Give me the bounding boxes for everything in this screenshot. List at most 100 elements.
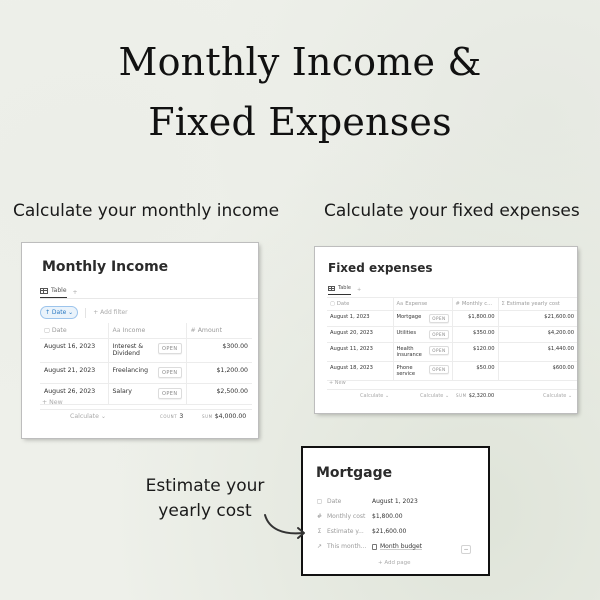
property-row-date[interactable]: ▢ Date August 1, 2023 <box>316 494 422 509</box>
new-row-button[interactable]: + New <box>42 399 63 406</box>
cell-yearly-cost: $4,200.00 <box>497 326 577 343</box>
table-row[interactable]: August 16, 2023 Interest & Dividend OPEN … <box>40 338 252 363</box>
cell-expense: Health insurance <box>396 346 422 358</box>
remove-relation-button[interactable]: − <box>461 545 471 554</box>
property-value: August 1, 2023 <box>372 498 418 505</box>
column-header-income[interactable]: Aa Income <box>107 323 186 339</box>
cell-income: Salary <box>112 388 132 395</box>
tab-table[interactable]: Table <box>328 285 351 295</box>
divider <box>40 409 252 410</box>
table-icon <box>328 285 335 291</box>
cell-expense: Phone service <box>396 365 416 377</box>
view-tabs: Table + <box>328 285 361 295</box>
cell-date: August 11, 2023 <box>327 342 393 362</box>
cell-date: August 18, 2023 <box>327 361 393 381</box>
relation-icon: ↗ <box>316 543 323 550</box>
cell-yearly-cost: $600.00 <box>497 361 577 381</box>
count-summary[interactable]: COUNT 3 <box>160 413 183 420</box>
column-header-monthly-cost[interactable]: # Monthly c... <box>451 297 498 311</box>
divider <box>327 389 577 390</box>
table-row[interactable]: August 18, 2023 Phone service OPEN $50.00… <box>327 361 577 381</box>
cell-amount: $2,500.00 <box>185 383 252 405</box>
cell-monthly-cost: $50.00 <box>451 361 498 381</box>
property-row-monthly-cost[interactable]: # Monthly cost $1,800.00 <box>316 509 422 524</box>
add-view-icon[interactable]: + <box>357 287 361 293</box>
open-button[interactable]: OPEN <box>429 346 449 355</box>
text-icon: Aa <box>112 327 121 334</box>
cell-income: Freelancing <box>112 367 149 374</box>
column-header-date[interactable]: ▢ Date <box>327 297 393 311</box>
open-button[interactable]: OPEN <box>158 388 182 399</box>
calculate-button[interactable]: Calculate ⌄ <box>543 393 572 399</box>
property-key: Estimate y... <box>327 528 364 535</box>
new-row-button[interactable]: + New <box>329 380 346 386</box>
sum-summary[interactable]: SUM $2,320.00 <box>456 393 494 399</box>
table-row[interactable]: August 26, 2023 Salary OPEN $2,500.00 <box>40 383 252 405</box>
calendar-icon: ▢ <box>316 498 323 505</box>
sort-date-chip[interactable]: ↑ Date ⌄ <box>40 306 79 319</box>
open-button[interactable]: OPEN <box>429 365 449 374</box>
property-value: $1,800.00 <box>372 513 403 520</box>
property-row-this-month[interactable]: ↗ This month... Month budget <box>316 539 422 554</box>
cell-date: August 16, 2023 <box>40 338 108 363</box>
page-title: Mortgage <box>316 465 393 481</box>
cell-monthly-cost: $120.00 <box>451 342 498 362</box>
table-row[interactable]: August 1, 2023 Mortgage OPEN $1,800.00 $2… <box>327 310 577 327</box>
open-button[interactable]: OPEN <box>429 314 449 323</box>
caption-estimate: Estimate your yearly cost <box>145 476 265 521</box>
calculate-button[interactable]: Calculate ⌄ <box>70 413 106 420</box>
column-header-estimate-yearly-cost[interactable]: Σ Estimate yearly cost <box>497 297 577 311</box>
add-filter-button[interactable]: + Add filter <box>93 309 127 316</box>
calendar-icon: ▢ <box>330 301 335 307</box>
cell-monthly-cost: $350.00 <box>451 326 498 343</box>
table-row[interactable]: August 20, 2023 Utilities OPEN $350.00 $4… <box>327 326 577 343</box>
calculate-button[interactable]: Calculate ⌄ <box>360 393 389 399</box>
column-header-amount[interactable]: # Amount <box>185 323 252 339</box>
cell-amount: $1,200.00 <box>185 362 252 384</box>
open-button[interactable]: OPEN <box>429 330 449 339</box>
number-icon: # <box>455 301 460 307</box>
divider <box>40 298 258 299</box>
tab-label: Table <box>338 285 351 291</box>
cell-expense: Mortgage <box>396 314 422 320</box>
page-icon <box>372 543 377 550</box>
calculate-button[interactable]: Calculate ⌄ <box>420 393 449 399</box>
expenses-table: ▢ Date Aa Expense # Monthly c... Σ Estimate … <box>327 297 577 381</box>
number-icon: # <box>190 327 196 334</box>
month-budget-link[interactable]: Month budget <box>380 543 422 550</box>
formula-icon: Σ <box>501 301 505 307</box>
table-header: ▢ Date Aa Income # Amount <box>40 323 252 339</box>
curved-arrow-icon <box>264 514 305 539</box>
cell-yearly-cost: $1,440.00 <box>497 342 577 362</box>
cell-amount: $300.00 <box>185 338 252 363</box>
column-header-expense[interactable]: Aa Expense <box>392 297 452 311</box>
add-view-icon[interactable]: + <box>73 289 78 296</box>
table-row[interactable]: August 21, 2023 Freelancing OPEN $1,200.0… <box>40 362 252 384</box>
income-table: ▢ Date Aa Income # Amount August 16, 2023 I… <box>40 323 252 405</box>
panel-title: Monthly Income <box>42 259 169 275</box>
sum-summary[interactable]: SUM $4,000.00 <box>202 413 246 420</box>
property-key: This month... <box>327 543 367 550</box>
filter-bar: ↑ Date ⌄ + Add filter <box>40 306 128 319</box>
cell-expense: Utilities <box>396 330 417 336</box>
add-page-button[interactable]: + Add page <box>378 560 411 566</box>
mortgage-page-panel: Mortgage ▢ Date August 1, 2023 # Monthly c… <box>303 448 488 574</box>
property-key: Date <box>327 498 342 505</box>
table-row[interactable]: August 11, 2023 Health insurance OPEN $12… <box>327 342 577 362</box>
property-row-estimate-yearly[interactable]: Σ Estimate y... $21,600.00 <box>316 524 422 539</box>
tab-table[interactable]: Table <box>40 287 67 298</box>
caption-income: Calculate your monthly income <box>13 201 280 221</box>
caption-expenses: Calculate your fixed expenses <box>324 201 580 221</box>
cell-yearly-cost: $21,600.00 <box>497 310 577 327</box>
cell-income: Interest & Dividend <box>112 343 144 357</box>
text-icon: Aa <box>396 301 404 307</box>
divider <box>85 307 87 318</box>
open-button[interactable]: OPEN <box>158 367 182 378</box>
open-button[interactable]: OPEN <box>158 343 182 354</box>
property-key: Monthly cost <box>327 513 366 520</box>
cell-monthly-cost: $1,800.00 <box>451 310 498 327</box>
table-header: ▢ Date Aa Expense # Monthly c... Σ Estimate … <box>327 297 577 311</box>
column-header-date[interactable]: ▢ Date <box>40 323 108 339</box>
cell-date: August 1, 2023 <box>327 310 393 327</box>
heading-line-2: Fixed Expenses <box>148 100 452 144</box>
